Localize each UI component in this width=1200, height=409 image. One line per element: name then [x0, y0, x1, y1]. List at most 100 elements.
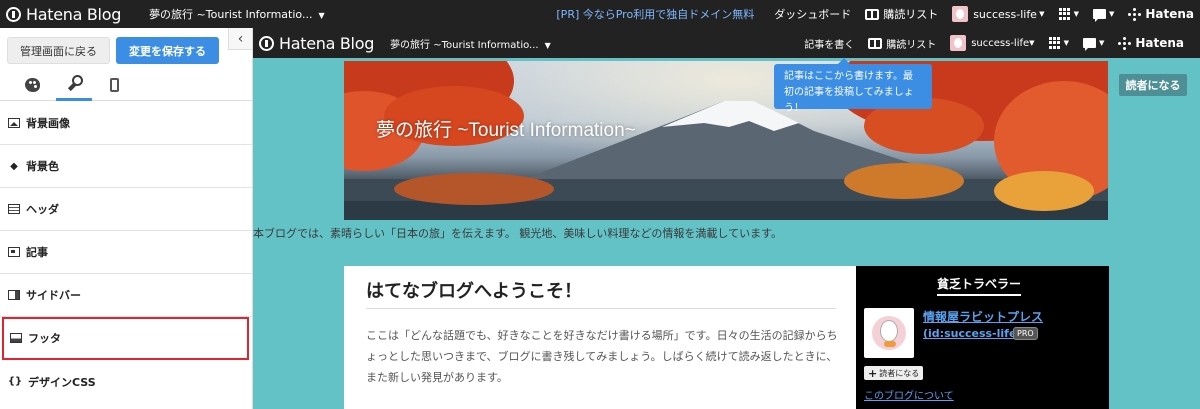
blog-name: 夢の旅行 ~Tourist Informatio...: [390, 39, 539, 51]
profile-sidebar: 貧乏トラベラー 情報屋ラビットプレス (id:success-life) PRO…: [856, 266, 1109, 409]
subscribe-button[interactable]: 読者になる: [1119, 74, 1187, 96]
reading-list-label: 購読リスト: [886, 39, 937, 51]
chevron-down-icon: ▼: [1036, 10, 1045, 18]
menu-item-sidebar[interactable]: サイドバー: [0, 274, 252, 317]
follow-button[interactable]: + 読者になる: [864, 366, 924, 380]
write-article-link[interactable]: 記事を書く: [804, 36, 854, 51]
hatena-menu[interactable]: Hatena: [1128, 7, 1200, 21]
logo-text: Hatena Blog: [279, 33, 375, 53]
menu-item-background-image[interactable]: 背景画像: [0, 102, 252, 145]
menu-item-label: ヘッダ: [26, 203, 59, 216]
article-card: はてなブログへようこそ！ ここは「どんな話題でも、好きなことを好きなだけ書ける場…: [344, 266, 856, 409]
image-icon: [8, 118, 20, 128]
save-changes-button[interactable]: 変更を保存する: [116, 37, 219, 64]
blog-header-image: 夢の旅行 ~Tourist Information~: [344, 61, 1108, 220]
hatena-label: Hatena: [1145, 7, 1194, 21]
write-article-tooltip: 記事はここから書けます。最初の記事を投稿してみましょう！: [774, 58, 932, 114]
menu-item-label: 記事: [26, 246, 48, 259]
reading-list-icon: [865, 8, 880, 20]
user-menu[interactable]: success-life ▼: [950, 35, 1035, 51]
chevron-down-icon: ▼: [1063, 39, 1069, 47]
tab-smartphone[interactable]: [96, 68, 132, 101]
apps-menu[interactable]: ▼: [1058, 8, 1079, 20]
wrench-icon: [66, 74, 83, 92]
reading-list-icon: [868, 37, 883, 49]
plus-icon: +: [868, 366, 878, 380]
hatena-logo-icon: [259, 35, 274, 51]
chevron-down-icon: ▼: [1029, 39, 1035, 47]
top-bar: Hatena Blog 夢の旅行 ~Tourist Informatio... ▼…: [0, 0, 1200, 28]
tab-customize[interactable]: [56, 68, 92, 101]
article-icon: [8, 247, 20, 257]
reading-list-label: 購読リスト: [883, 8, 939, 21]
footer-icon: [10, 333, 22, 343]
header-icon: [8, 204, 20, 214]
chevron-down-icon: ▼: [544, 40, 551, 50]
chevron-down-icon: ▼: [1098, 39, 1105, 47]
chevron-down-icon: ▼: [1108, 10, 1115, 18]
palette-icon: [24, 77, 40, 92]
follow-label: 読者になる: [879, 368, 920, 378]
tab-theme[interactable]: [14, 68, 50, 101]
menu-item-label: サイドバー: [26, 289, 81, 302]
article-title[interactable]: はてなブログへようこそ！: [366, 277, 582, 303]
notifications-menu[interactable]: ▼: [1092, 9, 1115, 22]
logo-text: Hatena Blog: [26, 4, 122, 24]
divider: [366, 308, 836, 309]
preview-top-bar: Hatena Blog 夢の旅行 ~Tourist Informatio... ▼…: [253, 28, 1200, 58]
blog-name: 夢の旅行 ~Tourist Informatio...: [149, 8, 313, 21]
menu-item-design-css[interactable]: {} デザインCSS: [0, 360, 252, 403]
blog-switcher[interactable]: 夢の旅行 ~Tourist Informatio... ▼: [149, 6, 325, 22]
top-bar-right: [PR] 今ならPro利用で独自ドメイン無料 ダッシュボード 購読リスト suc…: [556, 0, 1200, 28]
pr-link[interactable]: [PR] 今ならPro利用で独自ドメイン無料: [556, 6, 754, 22]
hatena-blog-logo[interactable]: Hatena Blog: [6, 5, 121, 24]
menu-item-background-color[interactable]: ◆ 背景色: [0, 145, 252, 188]
apps-menu[interactable]: ▼: [1048, 37, 1069, 49]
collapse-panel-button[interactable]: ‹: [228, 28, 252, 50]
design-panel: ‹ 管理画面に戻る 変更を保存する 背景画像 ◆ 背景色 ヘッダ 記事 サイドバ…: [0, 28, 253, 409]
back-to-admin-button[interactable]: 管理画面に戻る: [7, 37, 110, 64]
sidebar-icon: [8, 290, 20, 300]
smartphone-icon: [109, 77, 119, 92]
blog-description: 本ブログでは、素晴らしい「日本の旅」を伝えます。 観光地、美味しい料理などの情報…: [253, 227, 782, 240]
chevron-down-icon: ▼: [1073, 10, 1079, 18]
message-icon: [1092, 9, 1106, 22]
hatena-menu[interactable]: Hatena: [1118, 36, 1190, 50]
menu-item-header[interactable]: ヘッダ: [0, 188, 252, 231]
profile-name-link[interactable]: 情報屋ラビットプレス: [923, 308, 1043, 325]
hatena-label: Hatena: [1135, 36, 1184, 50]
rabbit-icon: [880, 320, 898, 342]
profile-avatar[interactable]: [864, 308, 914, 358]
user-menu[interactable]: success-life ▼: [952, 6, 1045, 22]
profile-id-link[interactable]: (id:success-life): [923, 327, 1021, 340]
blog-title[interactable]: 夢の旅行 ~Tourist Information~: [376, 115, 636, 142]
hatena-blog-logo[interactable]: Hatena Blog: [259, 34, 374, 53]
menu-item-article[interactable]: 記事: [0, 231, 252, 274]
hatena-dots-icon: [1128, 7, 1142, 21]
article-body: ここは「どんな話題でも、好きなことを好きなだけ書ける場所」です。日々の生活の記録…: [366, 329, 838, 384]
paint-bucket-icon: ◆: [10, 160, 18, 172]
message-icon: [1082, 38, 1096, 51]
customize-menu: 背景画像 ◆ 背景色 ヘッダ 記事 サイドバー フッタ {} デザインCSS: [0, 102, 252, 403]
dashboard-link[interactable]: ダッシュボード: [774, 6, 851, 22]
chevron-down-icon: ▼: [318, 11, 325, 20]
menu-item-label: デザインCSS: [28, 375, 96, 389]
avatar: [950, 35, 967, 51]
braces-icon: {}: [7, 376, 23, 387]
blog-preview: Hatena Blog 夢の旅行 ~Tourist Informatio... ▼…: [253, 28, 1200, 409]
notifications-menu[interactable]: ▼: [1082, 38, 1105, 51]
avatar: [952, 6, 969, 22]
menu-item-footer[interactable]: フッタ: [2, 317, 249, 360]
about-blog-link[interactable]: このブログについて: [864, 387, 954, 402]
reading-list-link[interactable]: 購読リスト: [865, 6, 938, 22]
menu-item-label: 背景画像: [26, 117, 70, 130]
menu-item-label: 背景色: [26, 160, 59, 173]
user-name: success-life: [973, 7, 1037, 21]
grid-icon: [1048, 37, 1061, 49]
blog-switcher[interactable]: 夢の旅行 ~Tourist Informatio... ▼: [390, 36, 551, 51]
sidebar-title: 貧乏トラベラー: [937, 275, 1022, 296]
reading-list-link[interactable]: 購読リスト: [868, 36, 936, 51]
preview-top-bar-right: 記事を書く 購読リスト success-life ▼ ▼ ▼ Hatena: [804, 28, 1200, 58]
design-tabs: [0, 68, 252, 101]
hatena-logo-icon: [6, 6, 21, 22]
